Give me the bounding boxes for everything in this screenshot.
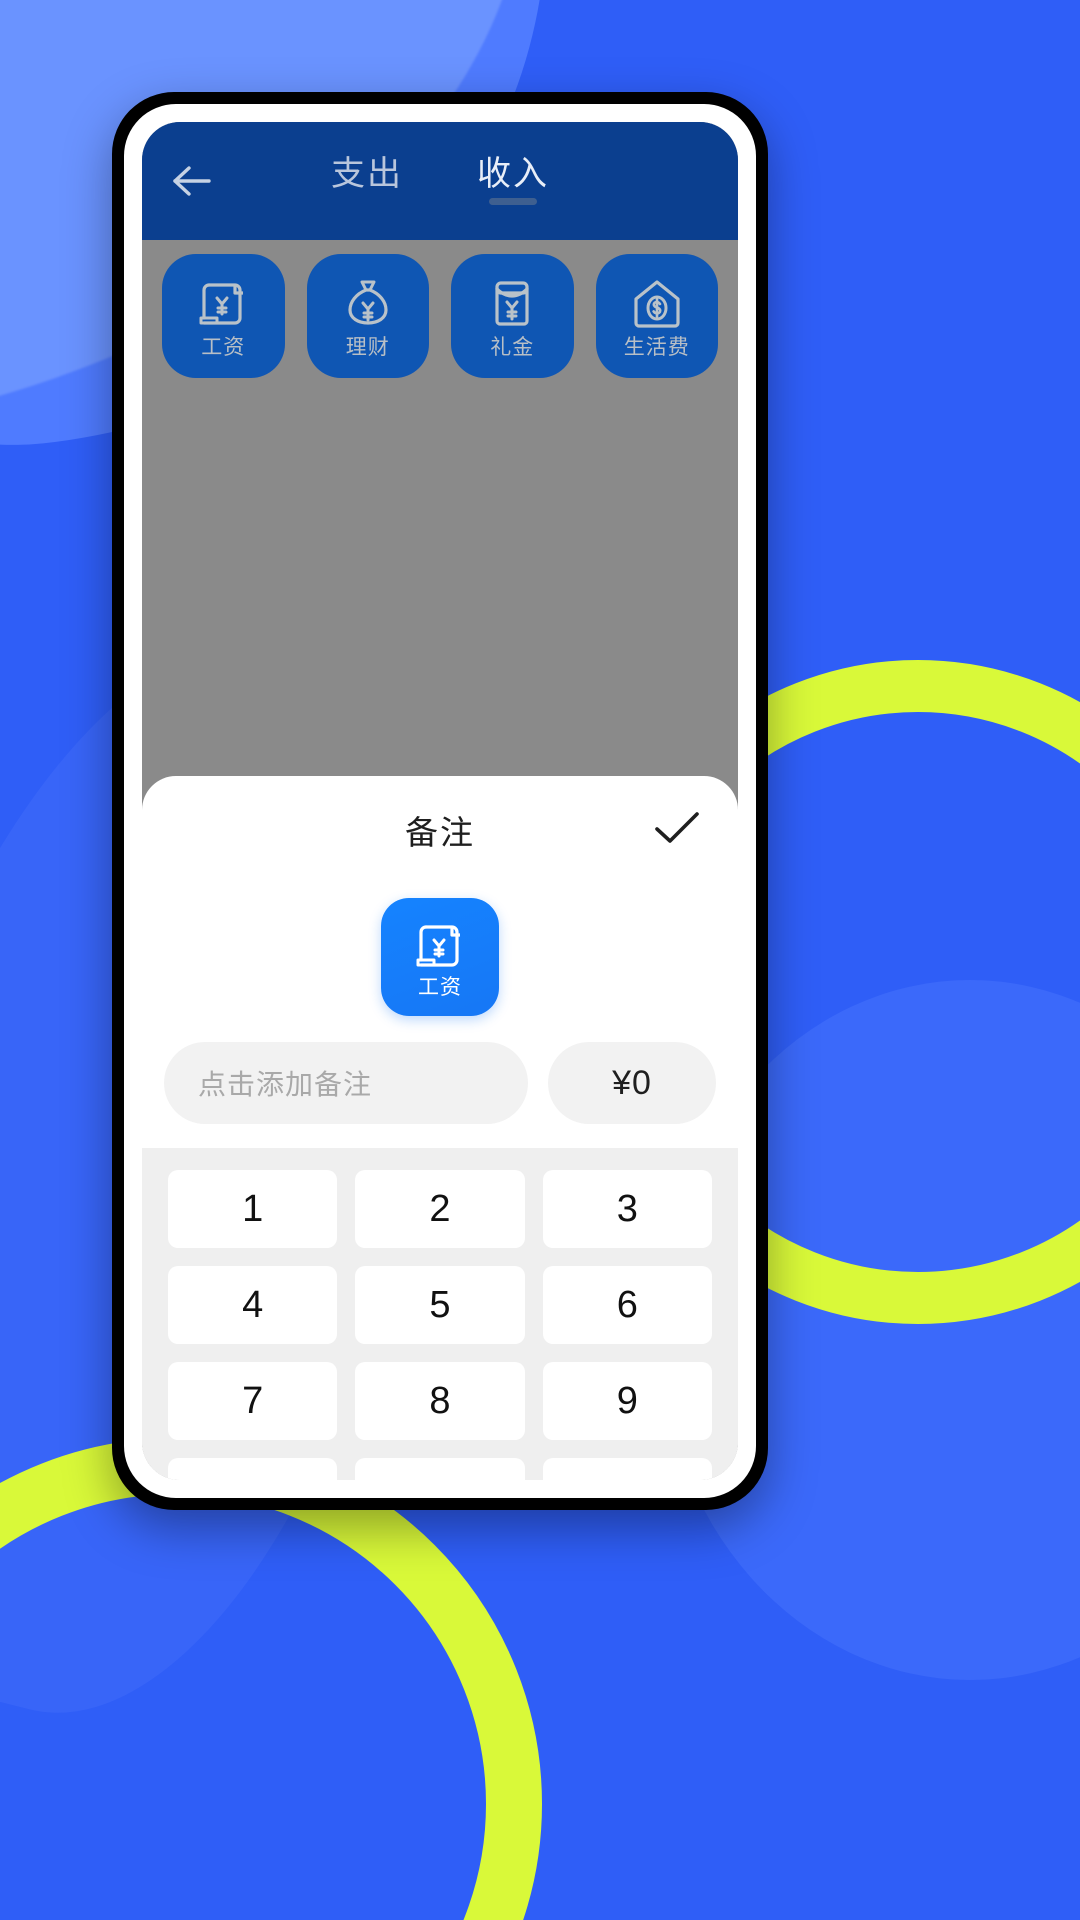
amount-display[interactable]: ¥0 [548, 1042, 716, 1124]
key-7[interactable]: 7 [168, 1362, 338, 1440]
confirm-button[interactable] [650, 803, 704, 857]
category-tile-finance[interactable]: 理财 [306, 254, 429, 378]
red-envelope-icon [481, 275, 543, 333]
key-label: 7 [242, 1379, 264, 1422]
salary-scroll-icon [192, 275, 254, 333]
key-label: 3 [616, 1187, 638, 1230]
tab-expense[interactable]: 支出 [331, 157, 403, 205]
key-label: 5 [429, 1283, 451, 1326]
key-decimal[interactable]: . [168, 1458, 338, 1481]
category-tile-salary[interactable]: 工资 [162, 254, 285, 378]
tab-income[interactable]: 收入 [477, 157, 549, 205]
lime-arc-bottom-left [0, 1438, 542, 1920]
category-row: 工资 理财 礼金 生活费 [142, 240, 738, 378]
key-4[interactable]: 4 [168, 1266, 338, 1344]
key-label: 6 [616, 1283, 638, 1326]
tab-bar: 支出 收入 [142, 157, 738, 205]
key-label: 8 [429, 1379, 451, 1422]
bottom-sheet: 备注 工资 点击添加备注 ¥0 1 2 3 4 5 6 7 8 9 [142, 776, 738, 1480]
sheet-title: 备注 [405, 814, 475, 851]
sheet-header: 备注 [142, 776, 738, 884]
key-8[interactable]: 8 [355, 1362, 525, 1440]
tab-income-label: 收入 [477, 155, 549, 193]
key-9[interactable]: 9 [542, 1362, 712, 1440]
key-label: 0 [429, 1476, 450, 1481]
category-label: 工资 [201, 335, 246, 359]
salary-scroll-icon [409, 917, 471, 975]
category-label: 礼金 [490, 335, 535, 359]
key-label: 4 [242, 1283, 264, 1326]
phone-bezel: 支出 收入 工资 理财 礼金 生活费 备注 工资 点击添加备注 ¥0 1 2 3… [124, 104, 756, 1498]
key-delete[interactable]: 删除 [542, 1458, 712, 1480]
key-1[interactable]: 1 [168, 1170, 338, 1248]
category-label: 生活费 [623, 335, 690, 359]
phone-frame: 支出 收入 工资 理财 礼金 生活费 备注 工资 点击添加备注 ¥0 1 2 3… [112, 92, 768, 1510]
key-6[interactable]: 6 [542, 1266, 712, 1344]
key-label: 2 [429, 1187, 451, 1230]
numeric-keypad: 1 2 3 4 5 6 7 8 9 . 0 删除 [142, 1148, 738, 1480]
key-label: 9 [616, 1379, 638, 1422]
key-2[interactable]: 2 [355, 1170, 525, 1248]
phone-screen: 支出 收入 工资 理财 礼金 生活费 备注 工资 点击添加备注 ¥0 1 2 3… [142, 122, 738, 1480]
app-bar: 支出 收入 [142, 122, 738, 240]
category-label: 理财 [345, 335, 390, 359]
key-5[interactable]: 5 [355, 1266, 525, 1344]
category-tile-living-cost[interactable]: 生活费 [595, 254, 718, 378]
category-area: 工资 理财 礼金 生活费 备注 工资 点击添加备注 ¥0 1 2 3 4 5 6… [142, 240, 738, 1480]
amount-value: ¥0 [612, 1063, 652, 1102]
key-label: 删除 [593, 1474, 661, 1480]
selected-category-wrap: 工资 [142, 884, 738, 1042]
entry-row: 点击添加备注 ¥0 [142, 1042, 738, 1148]
note-placeholder: 点击添加备注 [198, 1069, 373, 1100]
tab-expense-label: 支出 [331, 155, 403, 193]
selected-category-label: 工资 [418, 975, 462, 999]
note-input[interactable]: 点击添加备注 [164, 1042, 528, 1124]
key-label: . [247, 1476, 258, 1481]
check-icon [653, 809, 701, 852]
key-label: 1 [242, 1187, 264, 1230]
category-tile-gift[interactable]: 礼金 [451, 254, 574, 378]
selected-category-tile[interactable]: 工资 [381, 898, 499, 1016]
money-bag-icon [337, 275, 399, 333]
house-dollar-icon [626, 275, 688, 333]
key-0[interactable]: 0 [355, 1458, 525, 1481]
key-3[interactable]: 3 [542, 1170, 712, 1248]
